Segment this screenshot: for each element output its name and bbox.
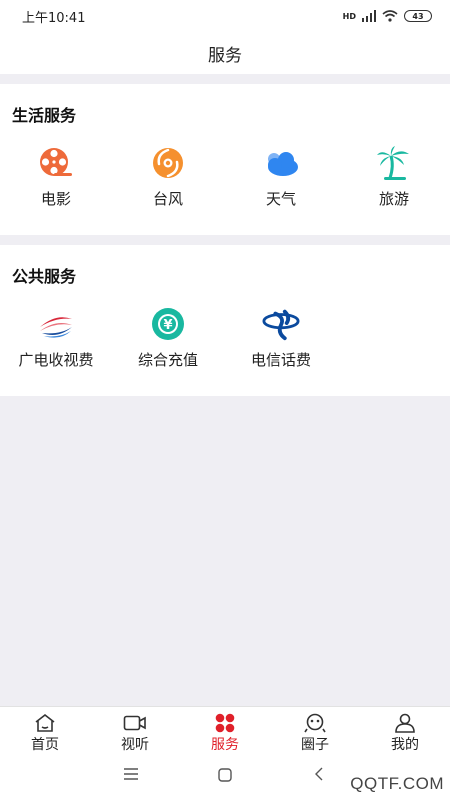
tab-community[interactable]: 圈子 bbox=[270, 707, 360, 754]
page-title-bar: 服务 bbox=[0, 32, 450, 74]
wifi-icon bbox=[382, 10, 398, 22]
china-telecom-icon bbox=[262, 305, 300, 343]
home-button-icon[interactable] bbox=[218, 768, 232, 786]
status-bar: 上午10:41 HD 43 bbox=[0, 0, 450, 32]
tab-label: 圈子 bbox=[301, 737, 329, 753]
tab-label: 我的 bbox=[391, 737, 419, 753]
tab-home[interactable]: 首页 bbox=[0, 707, 90, 754]
bottom-tab-bar: 首页 视听 服务 圈子 我的 bbox=[0, 706, 450, 754]
section-title-public: 公共服务 bbox=[12, 267, 77, 286]
user-icon bbox=[393, 712, 417, 733]
service-label: 电影 bbox=[40, 190, 71, 208]
film-reel-icon bbox=[37, 144, 75, 182]
section-title-life: 生活服务 bbox=[12, 106, 77, 125]
service-label: 广电收视费 bbox=[18, 351, 94, 369]
system-nav-bar: QQTF.COM bbox=[0, 754, 450, 800]
community-icon bbox=[303, 712, 327, 733]
svg-text:¥: ¥ bbox=[163, 318, 172, 333]
network-label: HD bbox=[342, 11, 356, 21]
video-camera-icon bbox=[123, 712, 147, 733]
battery-indicator: 43 bbox=[404, 10, 432, 22]
menu-icon[interactable] bbox=[124, 768, 138, 784]
broadcast-logo-icon bbox=[37, 305, 75, 343]
service-item-travel[interactable]: 旅游 bbox=[338, 144, 450, 209]
service-item-recharge[interactable]: ¥ 综合充值 bbox=[112, 305, 224, 370]
public-services-section: 公共服务 广电收视费 ¥ 综合充值 电信话费 bbox=[0, 245, 450, 396]
page-title: 服务 bbox=[208, 45, 242, 66]
typhoon-icon bbox=[149, 144, 187, 182]
tab-profile[interactable]: 我的 bbox=[360, 707, 450, 754]
service-item-movie[interactable]: 电影 bbox=[0, 144, 112, 209]
tab-label: 视听 bbox=[121, 737, 149, 753]
back-icon[interactable] bbox=[314, 767, 324, 785]
home-icon bbox=[33, 712, 57, 733]
service-item-typhoon[interactable]: 台风 bbox=[112, 144, 224, 209]
service-label: 电信话费 bbox=[250, 351, 311, 369]
tab-video[interactable]: 视听 bbox=[90, 707, 180, 754]
service-label: 台风 bbox=[152, 190, 183, 208]
watermark: QQTF.COM bbox=[350, 774, 444, 793]
status-icons: HD 43 bbox=[343, 10, 432, 22]
status-time: 上午10:41 bbox=[22, 10, 86, 26]
service-item-broadcast-fee[interactable]: 广电收视费 bbox=[0, 305, 112, 370]
tab-label: 首页 bbox=[31, 737, 59, 753]
palm-tree-icon bbox=[375, 144, 413, 182]
signal-icon bbox=[362, 10, 376, 22]
yuan-coin-icon: ¥ bbox=[149, 305, 187, 343]
service-label: 综合充值 bbox=[137, 351, 198, 369]
tab-services[interactable]: 服务 bbox=[180, 707, 270, 754]
cloud-icon bbox=[262, 144, 300, 182]
service-label: 天气 bbox=[265, 190, 296, 208]
service-item-telecom-bill[interactable]: 电信话费 bbox=[225, 305, 337, 370]
tab-label: 服务 bbox=[211, 737, 239, 753]
grid-dots-icon bbox=[213, 712, 237, 733]
service-label: 旅游 bbox=[378, 190, 409, 208]
service-item-weather[interactable]: 天气 bbox=[225, 144, 337, 209]
life-services-section: 生活服务 电影 台风 天气 旅游 bbox=[0, 84, 450, 235]
